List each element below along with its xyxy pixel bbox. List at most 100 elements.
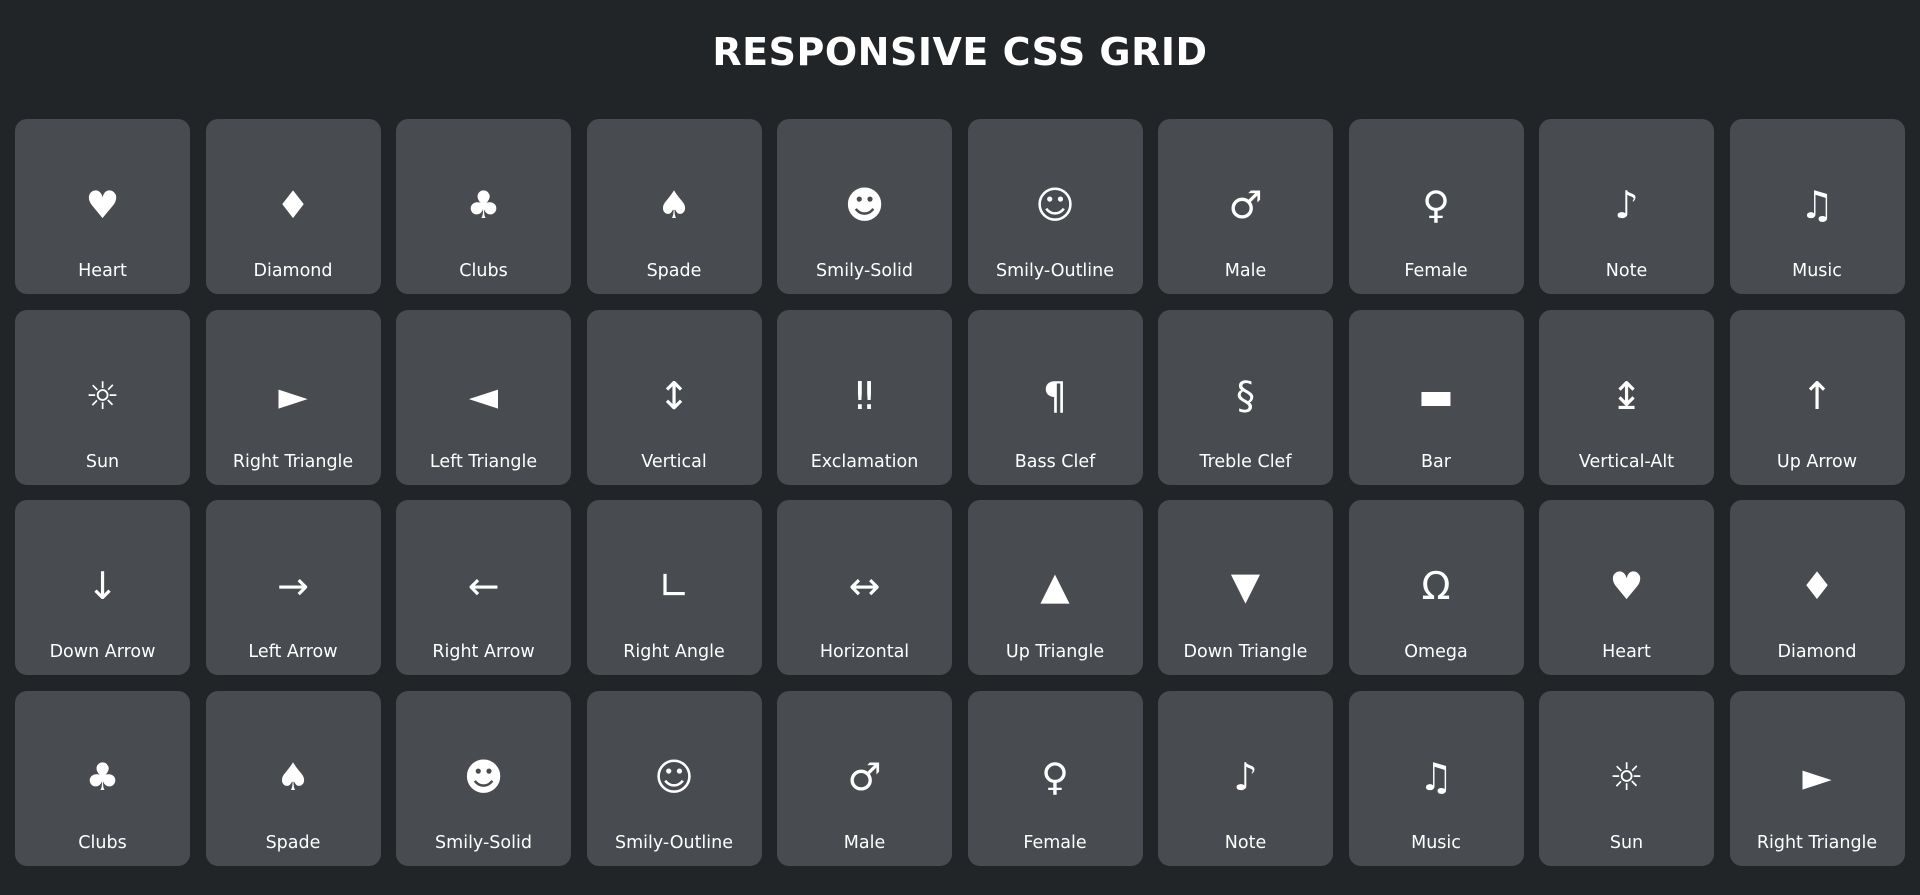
tile-label: Smily-Outline (614, 832, 734, 853)
up-triangle-icon: ▲ (1040, 564, 1070, 608)
tile-label: Vertical (641, 451, 707, 472)
grid-tile-treble-clef[interactable]: § Treble Clef (1158, 309, 1333, 485)
grid-tile-left-arrow[interactable]: → Left Arrow (205, 500, 381, 675)
tile-label: Bar (1421, 451, 1451, 472)
down-arrow-icon: ↓ (86, 564, 119, 608)
tile-label: Smily-Outline (995, 261, 1115, 281)
tile-label: Up Triangle (1005, 642, 1105, 662)
grid-tile-horizontal[interactable]: ↔ Horizontal (777, 500, 952, 675)
grid-tile-right-triangle[interactable]: ► Right Triangle (1729, 690, 1905, 866)
grid-tile-diamond[interactable]: ♦ Diamond (1729, 500, 1905, 675)
tile-label: Exclamation (810, 451, 919, 472)
heart-icon: ♥ (85, 183, 120, 227)
right-triangle-icon: ► (1802, 754, 1832, 799)
grid-tile-clubs[interactable]: ♣ Clubs (15, 690, 190, 866)
right-angle-icon: ∟ (658, 564, 690, 608)
left-triangle-icon: ◄ (468, 373, 499, 418)
grid-tile-sun[interactable]: ☼ Sun (1539, 690, 1714, 866)
tile-label: Right Triangle (232, 451, 354, 472)
grid-tile-smily-outline[interactable]: ☺ Smily-Outline (967, 119, 1143, 294)
sun-icon: ☼ (1609, 754, 1644, 799)
tile-label: Left Triangle (429, 451, 538, 472)
grid-tile-omega[interactable]: Ω Omega (1348, 500, 1524, 675)
grid-tile-right-arrow[interactable]: ← Right Arrow (396, 500, 571, 675)
grid-tile-female[interactable]: ♀ Female (1348, 119, 1524, 294)
grid-tile-down-triangle[interactable]: ▼ Down Triangle (1158, 500, 1333, 675)
grid-tile-note[interactable]: ♪ Note (1539, 119, 1714, 294)
tile-label: Right Arrow (432, 642, 535, 662)
tile-label: Note (1605, 261, 1648, 281)
page-title: RESPONSIVE CSS GRID (712, 30, 1208, 74)
tile-label: Omega (1404, 642, 1468, 662)
grid-tile-female[interactable]: ♀ Female (967, 690, 1143, 866)
tile-label: Heart (78, 261, 127, 281)
grid-tile-right-triangle[interactable]: ► Right Triangle (205, 309, 381, 485)
right-triangle-icon: ► (278, 373, 308, 418)
horizontal-arrow-icon: ↔ (848, 564, 881, 608)
spade-icon: ♠ (656, 183, 692, 227)
smiley-outline-icon: ☺ (654, 754, 694, 799)
tile-label: Up Arrow (1776, 451, 1858, 472)
smiley-solid-icon: ☻ (463, 754, 504, 799)
grid-tile-diamond[interactable]: ♦ Diamond (205, 119, 381, 294)
bar-icon: ▬ (1418, 373, 1454, 418)
grid-tile-sun[interactable]: ☼ Sun (15, 309, 190, 485)
grid-tile-smily-solid[interactable]: ☻ Smily-Solid (396, 690, 571, 866)
female-icon: ♀ (1422, 183, 1450, 227)
sun-icon: ☼ (85, 373, 120, 418)
up-arrow-icon: ↑ (1801, 373, 1833, 418)
down-triangle-icon: ▼ (1230, 564, 1261, 608)
tile-label: Diamond (1777, 642, 1857, 662)
tile-label: Spade (265, 832, 321, 853)
grid-tile-bass-clef[interactable]: ¶ Bass Clef (967, 309, 1143, 485)
tile-label: Female (1023, 832, 1087, 853)
tile-label: Down Arrow (49, 642, 156, 662)
tile-label: Heart (1602, 642, 1651, 662)
diamond-icon: ♦ (275, 183, 311, 227)
clubs-icon: ♣ (85, 754, 120, 799)
grid-tile-spade[interactable]: ♠ Spade (205, 690, 381, 866)
clubs-icon: ♣ (466, 183, 501, 227)
smiley-solid-icon: ☻ (844, 183, 885, 227)
grid-tile-spade[interactable]: ♠ Spade (586, 119, 762, 294)
tile-label: Right Triangle (1756, 832, 1878, 853)
heart-icon: ♥ (1609, 564, 1644, 608)
tile-label: Music (1411, 832, 1461, 853)
grid-tile-right-angle[interactable]: ∟ Right Angle (586, 500, 762, 675)
grid-tile-up-arrow[interactable]: ↑ Up Arrow (1729, 309, 1905, 485)
tile-label: Horizontal (819, 642, 910, 662)
grid-tile-vertical[interactable]: ↕ Vertical (586, 309, 762, 485)
diamond-icon: ♦ (1799, 564, 1835, 608)
tile-label: Vertical-Alt (1578, 451, 1675, 472)
note-icon: ♪ (1614, 183, 1639, 227)
tile-label: Female (1404, 261, 1468, 281)
grid-tile-smily-outline[interactable]: ☺ Smily-Outline (586, 690, 762, 866)
male-icon: ♂ (1228, 183, 1263, 227)
tile-label: Sun (85, 451, 120, 472)
grid-tile-smily-solid[interactable]: ☻ Smily-Solid (777, 119, 952, 294)
right-pointing-arrow-icon: → (277, 564, 309, 608)
music-icon: ♫ (1799, 183, 1835, 227)
grid-tile-male[interactable]: ♂ Male (777, 690, 952, 866)
tile-label: Male (1224, 261, 1267, 281)
grid-tile-vertical-alt[interactable]: ↨ Vertical-Alt (1539, 309, 1714, 485)
grid-tile-down-arrow[interactable]: ↓ Down Arrow (15, 500, 190, 675)
grid-tile-exclamation[interactable]: ‼ Exclamation (777, 309, 952, 485)
tile-label: Bass Clef (1014, 451, 1096, 472)
grid-tile-up-triangle[interactable]: ▲ Up Triangle (967, 500, 1143, 675)
grid-tile-left-triangle[interactable]: ◄ Left Triangle (396, 309, 571, 485)
grid-tile-heart[interactable]: ♥ Heart (1539, 500, 1714, 675)
grid-tile-music[interactable]: ♫ Music (1348, 690, 1524, 866)
tile-label: Music (1792, 261, 1842, 281)
grid-tile-bar[interactable]: ▬ Bar (1348, 309, 1524, 485)
grid-tile-clubs[interactable]: ♣ Clubs (396, 119, 571, 294)
tile-label: Left Arrow (248, 642, 338, 662)
tile-label: Male (843, 832, 886, 853)
tile-label: Down Triangle (1183, 642, 1308, 662)
grid-tile-music[interactable]: ♫ Music (1729, 119, 1905, 294)
double-exclamation-icon: ‼ (855, 373, 874, 418)
spade-icon: ♠ (275, 754, 311, 799)
grid-tile-male[interactable]: ♂ Male (1158, 119, 1333, 294)
grid-tile-note[interactable]: ♪ Note (1158, 690, 1333, 866)
grid-tile-heart[interactable]: ♥ Heart (15, 119, 190, 294)
